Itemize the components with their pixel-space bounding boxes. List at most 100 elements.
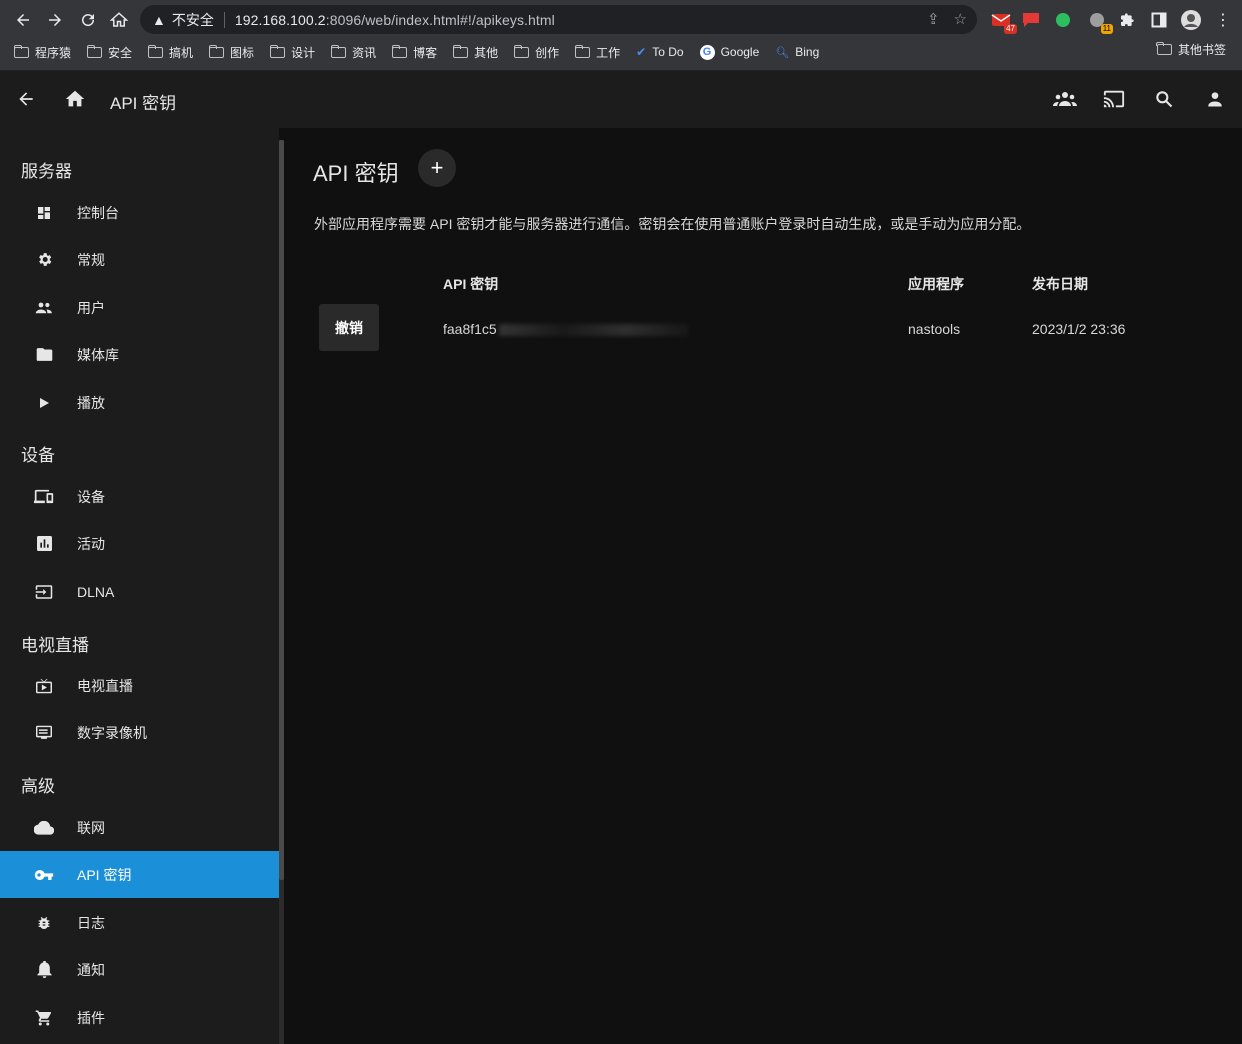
folder-icon — [269, 44, 286, 58]
forward-icon[interactable] — [42, 7, 68, 33]
bookmark-folder[interactable]: 图标 — [201, 44, 262, 61]
section-live-tv: 电视直播 — [21, 636, 89, 655]
warning-icon: ▲ — [152, 11, 166, 28]
other-bookmarks[interactable]: 其他书签 — [1149, 41, 1234, 58]
sidebar-item-notifications[interactable]: 通知 — [0, 946, 279, 993]
gear-icon — [34, 250, 54, 270]
sidebar-item-logs[interactable]: 日志 — [0, 899, 279, 946]
address-bar[interactable]: ▲ 不安全 192.168.100.2:8096/web/index.html#… — [140, 5, 977, 34]
google-icon: G — [699, 44, 715, 60]
mail-extension-icon[interactable]: 47 — [990, 9, 1017, 34]
devices-icon — [34, 487, 54, 507]
browser-toolbar: ▲ 不安全 192.168.100.2:8096/web/index.html#… — [0, 0, 1242, 40]
section-server: 服务器 — [21, 162, 72, 181]
folder-icon — [452, 44, 469, 58]
back-arrow-icon[interactable] — [13, 86, 39, 112]
app-name-cell: nastools — [908, 321, 961, 337]
bookmark-folder[interactable]: 其他 — [445, 44, 506, 61]
sidebar-item-plugins[interactable]: 插件 — [0, 994, 279, 1041]
revoke-button[interactable]: 撤销 — [319, 304, 379, 351]
sidebar-item-label: 设备 — [77, 488, 105, 505]
folder-icon — [513, 44, 530, 58]
bookmark-folder[interactable]: 博客 — [384, 44, 445, 61]
cast-icon[interactable] — [1101, 86, 1127, 112]
section-devices: 设备 — [21, 446, 55, 465]
url-text: 192.168.100.2:8096/web/index.html#!/apik… — [235, 12, 555, 28]
bookmark-todo[interactable]: ✔ To Do — [628, 45, 691, 59]
sidebar-item-label: 活动 — [77, 535, 105, 552]
bookmark-label: 创作 — [535, 45, 560, 60]
api-key-cell: faa8f1c5 — [443, 321, 689, 337]
back-icon[interactable] — [10, 7, 36, 33]
section-advanced: 高级 — [21, 777, 55, 796]
input-icon — [34, 582, 54, 602]
evernote-extension-icon[interactable] — [1052, 9, 1074, 31]
sidepanel-icon[interactable] — [1148, 9, 1170, 31]
bookmark-folder[interactable]: 创作 — [506, 44, 567, 61]
sidebar-item-dashboard[interactable]: 控制台 — [0, 189, 279, 236]
column-header-app: 应用程序 — [908, 276, 964, 292]
folder-icon — [330, 44, 347, 58]
sidebar-item-label: 电视直播 — [77, 677, 133, 694]
reload-icon[interactable] — [75, 7, 101, 33]
sidebar-item-users[interactable]: 用户 — [0, 284, 279, 331]
bookmark-label: 安全 — [108, 45, 133, 60]
key-icon — [34, 865, 54, 885]
bookmark-folder[interactable]: 程序猿 — [0, 44, 79, 61]
sidebar-item-label: 数字录像机 — [77, 724, 147, 741]
bookmarks-bar: 程序猿 安全 搞机 图标 设计 资讯 博客 其他 创作 工作 ✔ To Do GG… — [0, 41, 1242, 63]
more-menu-icon[interactable]: ⋮ — [1212, 9, 1234, 31]
url-host: 192.168.100.2 — [234, 11, 326, 28]
sidebar-item-dvr[interactable]: 数字录像机 — [0, 709, 279, 756]
bookmark-label: 程序猿 — [35, 45, 72, 60]
bookmark-label: 博客 — [413, 45, 438, 60]
sidebar-item-label: 用户 — [77, 299, 105, 316]
sidebar-item-label: 媒体库 — [77, 346, 119, 363]
bookmark-folder[interactable]: 安全 — [79, 44, 140, 61]
bug-icon — [34, 913, 54, 933]
user-icon[interactable] — [1202, 86, 1228, 112]
bookmark-google[interactable]: G Google — [692, 44, 768, 60]
share-icon[interactable]: ⇪ — [927, 10, 940, 28]
puzzle-icon[interactable] — [1116, 9, 1138, 31]
home-icon[interactable] — [106, 7, 132, 33]
sidebar-item-dlna[interactable]: DLNA — [0, 568, 279, 615]
bookmark-folder[interactable]: 工作 — [567, 44, 628, 61]
cart-icon — [34, 1008, 54, 1028]
add-api-key-button[interactable]: + — [418, 149, 456, 187]
folder-icon — [13, 44, 29, 58]
home-icon[interactable] — [62, 86, 88, 112]
omnibox-actions: ⇪ ☆ — [927, 10, 967, 28]
chat-extension-icon[interactable] — [1020, 9, 1042, 31]
folder-icon — [208, 44, 225, 58]
bookmark-folder[interactable]: 资讯 — [323, 44, 384, 61]
sidebar-item-live-tv[interactable]: 电视直播 — [0, 662, 279, 709]
sidebar-item-playback[interactable]: 播放 — [0, 379, 279, 426]
sync-play-icon[interactable] — [1052, 86, 1078, 112]
sidebar-item-label: 播放 — [77, 394, 105, 411]
sidebar-item-general[interactable]: 常规 — [0, 236, 279, 283]
sidebar-item-label: 常规 — [77, 251, 105, 268]
sidebar-item-label: 控制台 — [77, 204, 119, 221]
bookmark-label: Bing — [795, 45, 820, 59]
bookmark-bing[interactable]: 🔍︎ Bing — [767, 45, 827, 59]
sidebar-item-api-keys[interactable]: API 密钥 — [0, 851, 279, 898]
sidebar-item-library[interactable]: 媒体库 — [0, 331, 279, 378]
column-header-date: 发布日期 — [1032, 276, 1088, 292]
folder-icon — [34, 345, 54, 365]
wechat-badge: 11 — [1100, 24, 1113, 34]
profile-avatar[interactable] — [1180, 9, 1202, 31]
bookmark-label: To Do — [652, 45, 684, 59]
bookmark-folder[interactable]: 设计 — [262, 44, 323, 61]
folder-icon — [86, 44, 103, 58]
search-icon[interactable] — [1151, 86, 1177, 112]
star-icon[interactable]: ☆ — [954, 10, 967, 28]
redacted-key-blur — [498, 324, 689, 337]
sidebar-item-label: 日志 — [77, 914, 105, 931]
sidebar-item-networking[interactable]: 联网 — [0, 804, 279, 851]
bookmark-folder[interactable]: 搞机 — [140, 44, 201, 61]
wechat-extension-icon[interactable]: 11 — [1086, 9, 1113, 34]
sidebar-item-devices[interactable]: 设备 — [0, 473, 279, 520]
bookmark-label: 图标 — [230, 45, 255, 60]
sidebar-item-activity[interactable]: 活动 — [0, 520, 279, 567]
